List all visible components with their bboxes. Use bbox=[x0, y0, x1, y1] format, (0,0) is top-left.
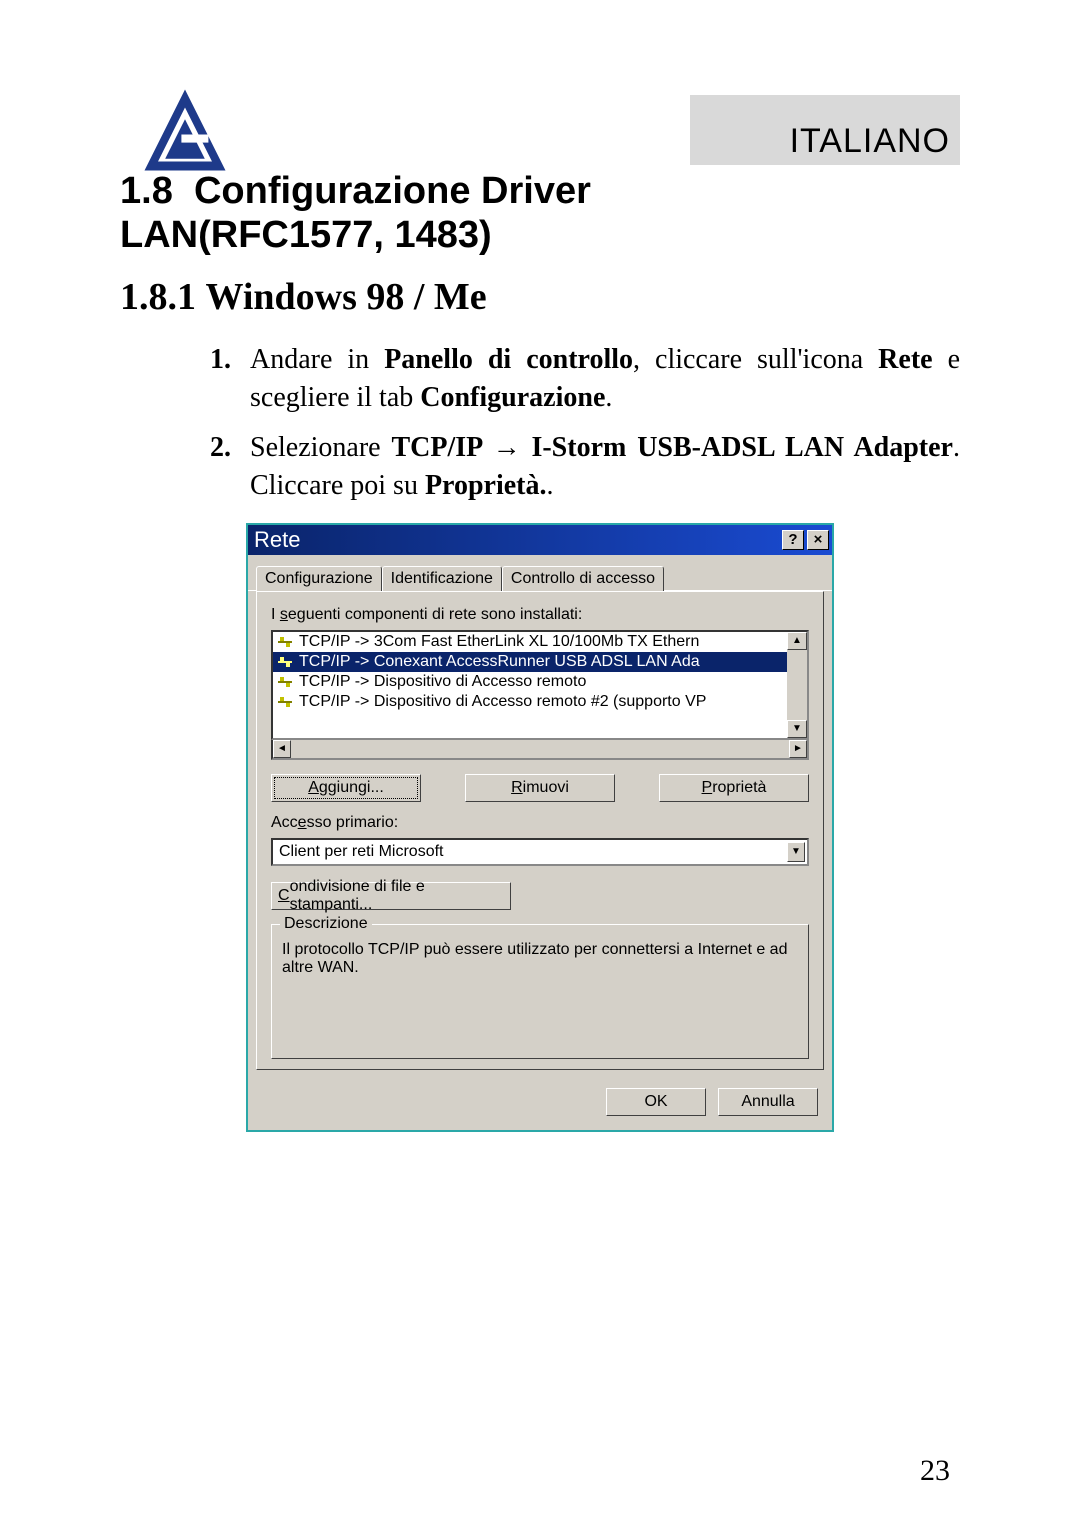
vertical-scrollbar[interactable]: ▲ ▼ bbox=[787, 632, 807, 738]
scroll-right-icon[interactable]: ► bbox=[789, 740, 807, 758]
step-list: 1. Andare in Panello di controllo, clicc… bbox=[120, 341, 960, 504]
step-text: Andare in Panello di controllo, cliccare… bbox=[250, 341, 960, 417]
section-title-line1: Configurazione Driver bbox=[194, 170, 591, 212]
rete-dialog: Rete ? × Configurazione Identificazione … bbox=[246, 523, 834, 1132]
step-item: 2. Selezionare TCP/IP → I-Storm USB-ADSL… bbox=[210, 429, 960, 505]
list-item[interactable]: TCP/IP -> Dispositivo di Accesso remoto … bbox=[273, 692, 787, 712]
section-title-line2: LAN(RFC1577, 1483) bbox=[120, 214, 492, 256]
step-text: Selezionare TCP/IP → I-Storm USB-ADSL LA… bbox=[250, 429, 960, 505]
help-button[interactable]: ? bbox=[782, 530, 804, 550]
dialog-titlebar: Rete ? × bbox=[248, 525, 832, 555]
list-item[interactable]: TCP/IP -> Conexant AccessRunner USB ADSL… bbox=[273, 652, 787, 672]
language-badge: ITALIANO bbox=[690, 95, 960, 165]
protocol-icon bbox=[277, 675, 293, 689]
groupbox-legend: Descrizione bbox=[280, 915, 372, 933]
section-number: 1.8 bbox=[120, 170, 173, 212]
subsection-title: Windows 98 / Me bbox=[206, 276, 487, 318]
tab-strip: Configurazione Identificazione Controllo… bbox=[248, 555, 832, 591]
file-print-sharing-button[interactable]: Condivisione di file e stampanti... bbox=[271, 882, 511, 910]
protocol-icon bbox=[277, 695, 293, 709]
close-button[interactable]: × bbox=[807, 530, 829, 550]
step-number: 1. bbox=[210, 341, 250, 417]
description-text: Il protocollo TCP/IP può essere utilizza… bbox=[282, 941, 798, 977]
cancel-button[interactable]: Annulla bbox=[718, 1088, 818, 1116]
components-label: I seguenti componenti di rete sono insta… bbox=[271, 606, 809, 624]
tab-configurazione[interactable]: Configurazione bbox=[256, 566, 382, 591]
tab-controllo-accesso[interactable]: Controllo di accesso bbox=[502, 566, 664, 591]
step-item: 1. Andare in Panello di controllo, clicc… bbox=[210, 341, 960, 417]
list-item[interactable]: TCP/IP -> 3Com Fast EtherLink XL 10/100M… bbox=[273, 632, 787, 652]
horizontal-scrollbar[interactable]: ◄ ► bbox=[271, 740, 809, 760]
brand-logo bbox=[140, 85, 230, 175]
section-heading: 1.8 Configurazione Driver LAN(RFC1577, 1… bbox=[120, 170, 960, 257]
tab-identificazione[interactable]: Identificazione bbox=[382, 566, 502, 591]
page-number: 23 bbox=[920, 1454, 950, 1488]
tab-panel: I seguenti componenti di rete sono insta… bbox=[256, 591, 824, 1070]
remove-button[interactable]: Rimuovi bbox=[465, 774, 615, 802]
subsection-number: 1.8.1 bbox=[120, 276, 196, 318]
scroll-down-icon[interactable]: ▼ bbox=[787, 720, 807, 738]
scroll-left-icon[interactable]: ◄ bbox=[273, 740, 291, 758]
ok-button[interactable]: OK bbox=[606, 1088, 706, 1116]
step-number: 2. bbox=[210, 429, 250, 505]
list-item[interactable]: TCP/IP -> Dispositivo di Accesso remoto bbox=[273, 672, 787, 692]
combo-value: Client per reti Microsoft bbox=[279, 843, 444, 861]
components-listbox[interactable]: TCP/IP -> 3Com Fast EtherLink XL 10/100M… bbox=[271, 630, 809, 740]
protocol-icon bbox=[277, 655, 293, 669]
dialog-title: Rete bbox=[254, 527, 300, 553]
subsection-heading: 1.8.1 Windows 98 / Me bbox=[120, 275, 960, 319]
chevron-down-icon[interactable]: ▼ bbox=[787, 842, 805, 862]
primary-access-combo[interactable]: Client per reti Microsoft ▼ bbox=[271, 838, 809, 866]
add-button[interactable]: Aggiungi... bbox=[271, 774, 421, 802]
protocol-icon bbox=[277, 635, 293, 649]
description-groupbox: Descrizione Il protocollo TCP/IP può ess… bbox=[271, 924, 809, 1059]
primary-access-label: Accesso primario: bbox=[271, 814, 809, 832]
properties-button[interactable]: Proprietà bbox=[659, 774, 809, 802]
scroll-up-icon[interactable]: ▲ bbox=[787, 632, 807, 650]
